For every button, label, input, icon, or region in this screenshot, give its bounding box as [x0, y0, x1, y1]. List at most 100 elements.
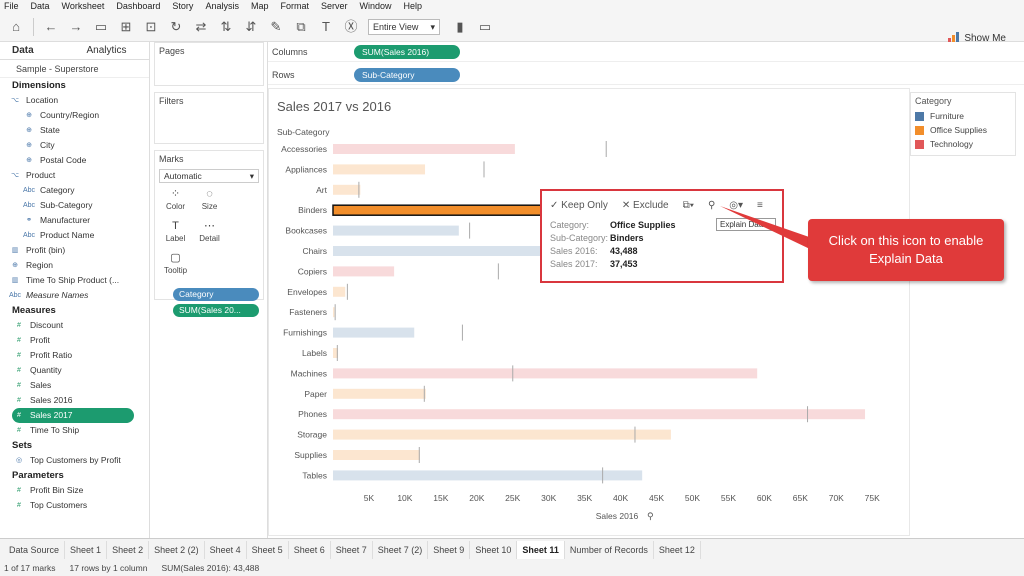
bar-furnishings[interactable]	[333, 327, 415, 338]
bar-tables[interactable]	[333, 470, 643, 481]
new-datasource-icon[interactable]: ⊞	[118, 19, 134, 35]
legend-item[interactable]: Furniture	[911, 109, 1015, 123]
sheet-tab[interactable]: Sheet 9	[428, 540, 471, 559]
dimension-field[interactable]: ⌥ Product	[0, 168, 149, 183]
rows-shelf[interactable]: Rows Sub-Category	[268, 65, 1024, 85]
bar-chart-icon[interactable]: ▮	[452, 19, 468, 35]
bar-phones[interactable]	[333, 409, 866, 420]
text-icon[interactable]: T	[318, 19, 334, 35]
rows-pill[interactable]: Sub-Category	[354, 67, 460, 82]
category-color-pill[interactable]: Category	[173, 288, 259, 301]
set-item[interactable]: ◎ Top Customers by Profit	[0, 453, 149, 468]
filters-card[interactable]: Filters	[154, 92, 264, 144]
measure-field[interactable]: # Discount	[0, 318, 149, 333]
mark-type-select[interactable]: Automatic	[159, 169, 259, 183]
sheet-tab[interactable]: Sheet 4	[205, 540, 247, 559]
bar-storage[interactable]	[333, 429, 671, 440]
dimension-field[interactable]: ▥ Time To Ship Product (...	[0, 273, 149, 288]
label-button[interactable]: T Label	[159, 219, 192, 249]
menu-item[interactable]: Map	[251, 1, 269, 11]
dimension-field[interactable]: ▥ Profit (bin)	[0, 243, 149, 258]
pages-card[interactable]: Pages	[154, 42, 264, 86]
measure-field[interactable]: # Sales	[0, 378, 149, 393]
bar-copiers[interactable]	[333, 266, 395, 277]
dimension-field[interactable]: ⌥ Location	[0, 93, 149, 108]
dimension-field[interactable]: ⊕ Region	[0, 258, 149, 273]
sheet-tab[interactable]: Data Source	[4, 540, 66, 559]
sales-size-pill[interactable]: SUM(Sales 20...	[173, 304, 259, 317]
sheet-tab[interactable]: Sheet 11	[517, 540, 565, 559]
highlight-icon[interactable]: ✎	[268, 19, 284, 35]
measure-field[interactable]: # Profit Ratio	[0, 348, 149, 363]
menu-item[interactable]: Analysis	[205, 1, 239, 11]
new-sheet-icon[interactable]: ⊡	[143, 19, 159, 35]
legend-item[interactable]: Technology	[911, 137, 1015, 151]
save-icon[interactable]: ▭	[93, 19, 109, 35]
measure-field[interactable]: # Sales 2016	[0, 393, 149, 408]
explain-data-icon[interactable]: ⚲	[708, 200, 715, 211]
bar-art[interactable]	[333, 184, 361, 195]
sheet-tab[interactable]: Sheet 1	[65, 540, 108, 559]
home-icon[interactable]: ⌂	[8, 19, 24, 35]
sheet-tab[interactable]: Sheet 6	[289, 540, 331, 559]
menu-item[interactable]: Help	[404, 1, 423, 11]
bar-supplies[interactable]	[333, 450, 420, 460]
redo-icon[interactable]: →	[68, 19, 84, 35]
view-data-icon[interactable]: ≡	[757, 200, 763, 211]
dimension-field[interactable]: Abc Sub-Category	[0, 198, 149, 213]
menu-item[interactable]: Dashboard	[116, 1, 160, 11]
sheet-tab[interactable]: Sheet 5	[247, 540, 289, 559]
columns-pill[interactable]: SUM(Sales 2016)	[354, 44, 460, 59]
menu-item[interactable]: Story	[172, 1, 193, 11]
dimension-field[interactable]: Abc Measure Names	[0, 288, 149, 303]
view-size-select[interactable]: Entire View	[368, 18, 440, 35]
dimension-field[interactable]: ⊕ Postal Code	[0, 153, 149, 168]
legend-item[interactable]: Office Supplies	[911, 123, 1015, 137]
parameter-item[interactable]: # Top Customers	[0, 498, 149, 513]
menu-item[interactable]: Worksheet	[62, 1, 105, 11]
menu-item[interactable]: Server	[321, 1, 348, 11]
measure-field[interactable]: # Profit	[0, 333, 149, 348]
columns-shelf[interactable]: Columns SUM(Sales 2016)	[268, 42, 1024, 62]
bar-appliances[interactable]	[333, 164, 426, 175]
detail-button[interactable]: ⋯ Detail	[193, 219, 226, 249]
sheet-tab[interactable]: Sheet 10	[470, 540, 518, 559]
swap-icon[interactable]: ⇄	[193, 19, 209, 35]
sort-asc-icon[interactable]: ⇅	[218, 19, 234, 35]
set-icon[interactable]: ◎▾	[729, 200, 743, 211]
measure-field[interactable]: # Quantity	[0, 363, 149, 378]
tooltip-button[interactable]: ▢ Tooltip	[159, 251, 192, 281]
dimension-field[interactable]: ⊕ Country/Region	[0, 108, 149, 123]
group-icon[interactable]: ⧉	[293, 19, 309, 35]
menu-item[interactable]: Data	[31, 1, 50, 11]
datasource-name[interactable]: Sample - Superstore	[0, 60, 149, 78]
parameter-item[interactable]: # Profit Bin Size	[0, 483, 149, 498]
dimension-field[interactable]: ⊕ City	[0, 138, 149, 153]
dimension-field[interactable]: Abc Category	[0, 183, 149, 198]
menu-item[interactable]: Format	[280, 1, 309, 11]
keep-only-button[interactable]: ✓ Keep Only	[550, 200, 608, 211]
measure-field[interactable]: # Time To Ship	[0, 423, 149, 438]
bar-bookcases[interactable]	[333, 225, 459, 236]
dimension-field[interactable]: ⚭ Manufacturer	[0, 213, 149, 228]
sheet-tab[interactable]: Sheet 12	[654, 540, 701, 559]
sheet-tab[interactable]: Number of Records	[565, 540, 654, 559]
clear-format-icon[interactable]: Ⓧ	[343, 19, 359, 35]
tab-data[interactable]: Data	[0, 42, 75, 59]
sheet-tab[interactable]: Sheet 7	[331, 540, 373, 559]
sort-desc-icon[interactable]: ⇵	[243, 19, 259, 35]
measure-field[interactable]: # Sales 2017	[12, 408, 134, 423]
sheet-tab[interactable]: Sheet 2 (2)	[149, 540, 205, 559]
menu-item[interactable]: File	[4, 1, 19, 11]
tab-analytics[interactable]: Analytics	[75, 42, 150, 59]
bar-fasteners[interactable]	[333, 307, 335, 318]
bar-paper[interactable]	[333, 388, 426, 399]
menu-item[interactable]: Window	[360, 1, 392, 11]
exclude-button[interactable]: ✕ Exclude	[622, 200, 669, 211]
undo-icon[interactable]: ←	[43, 19, 59, 35]
bar-machines[interactable]	[333, 368, 758, 379]
dimension-field[interactable]: Abc Product Name	[0, 228, 149, 243]
color-button[interactable]: ⁘ Color	[159, 187, 192, 217]
refresh-icon[interactable]: ↻	[168, 19, 184, 35]
dimension-field[interactable]: ⊕ State	[0, 123, 149, 138]
